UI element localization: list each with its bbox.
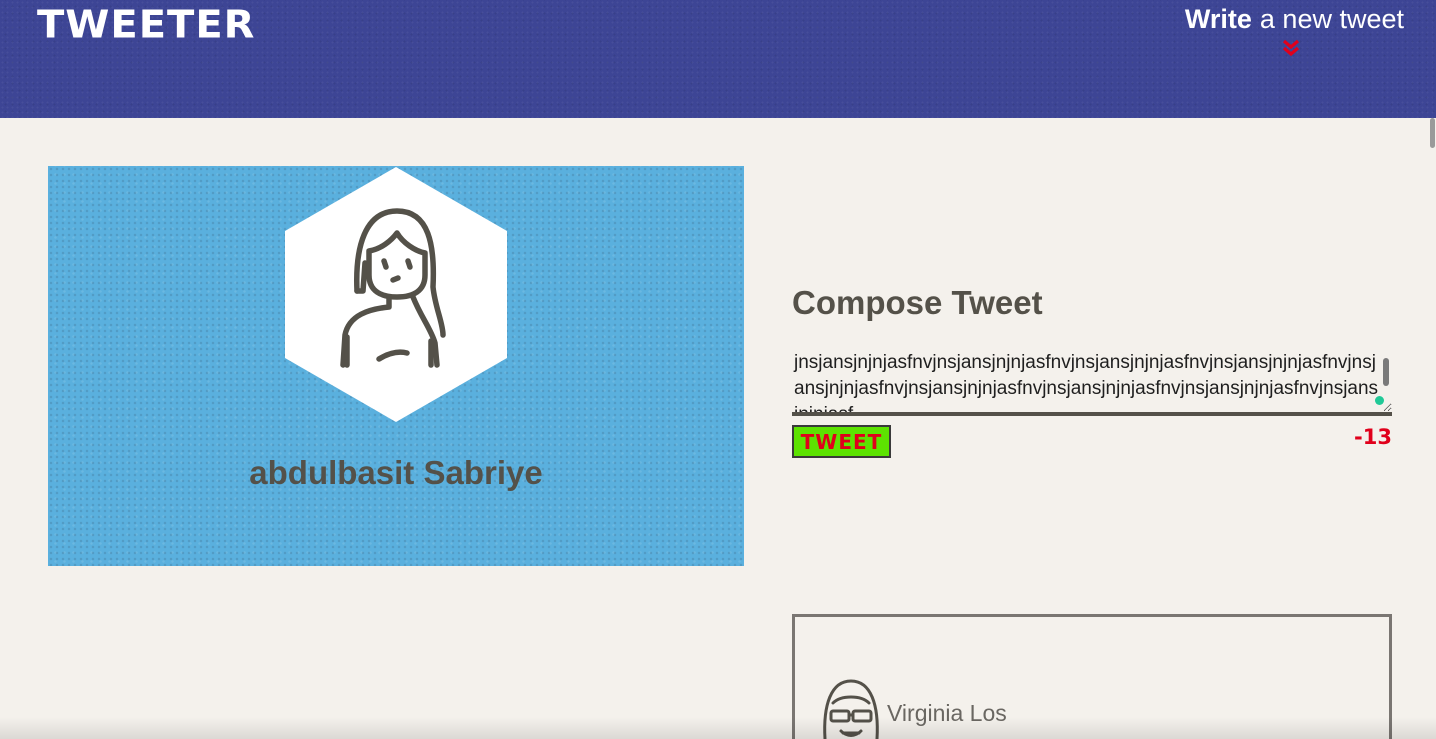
- tweet-text-input[interactable]: jnsjansjnjnjasfnvjnsjansjnjnjasfnvjnsjan…: [792, 350, 1392, 416]
- tweet-button[interactable]: TWEET: [792, 425, 891, 458]
- write-new-tweet-link[interactable]: Write a new tweet: [1185, 4, 1404, 35]
- compose-title: Compose Tweet: [792, 284, 1043, 321]
- page-scrollbar-thumb[interactable]: [1430, 118, 1435, 148]
- profile-name: abdulbasit Sabriye: [249, 454, 543, 491]
- top-nav: TWEETER Write a new tweet: [0, 0, 1436, 118]
- brand-logo[interactable]: TWEETER: [37, 3, 255, 47]
- double-chevron-down-icon[interactable]: [1280, 38, 1302, 60]
- character-counter: -13: [1354, 425, 1392, 449]
- grammar-indicator-icon: [1375, 396, 1384, 405]
- profile-card: abdulbasit Sabriye: [48, 166, 744, 566]
- bottom-shadow: [0, 717, 1436, 739]
- new-tweet-label: a new tweet: [1259, 4, 1404, 34]
- textarea-scrollbar[interactable]: [1383, 358, 1389, 386]
- write-label: Write: [1184, 4, 1252, 34]
- page-scrollbar[interactable]: [1428, 118, 1436, 739]
- woman-avatar-icon: [285, 167, 507, 422]
